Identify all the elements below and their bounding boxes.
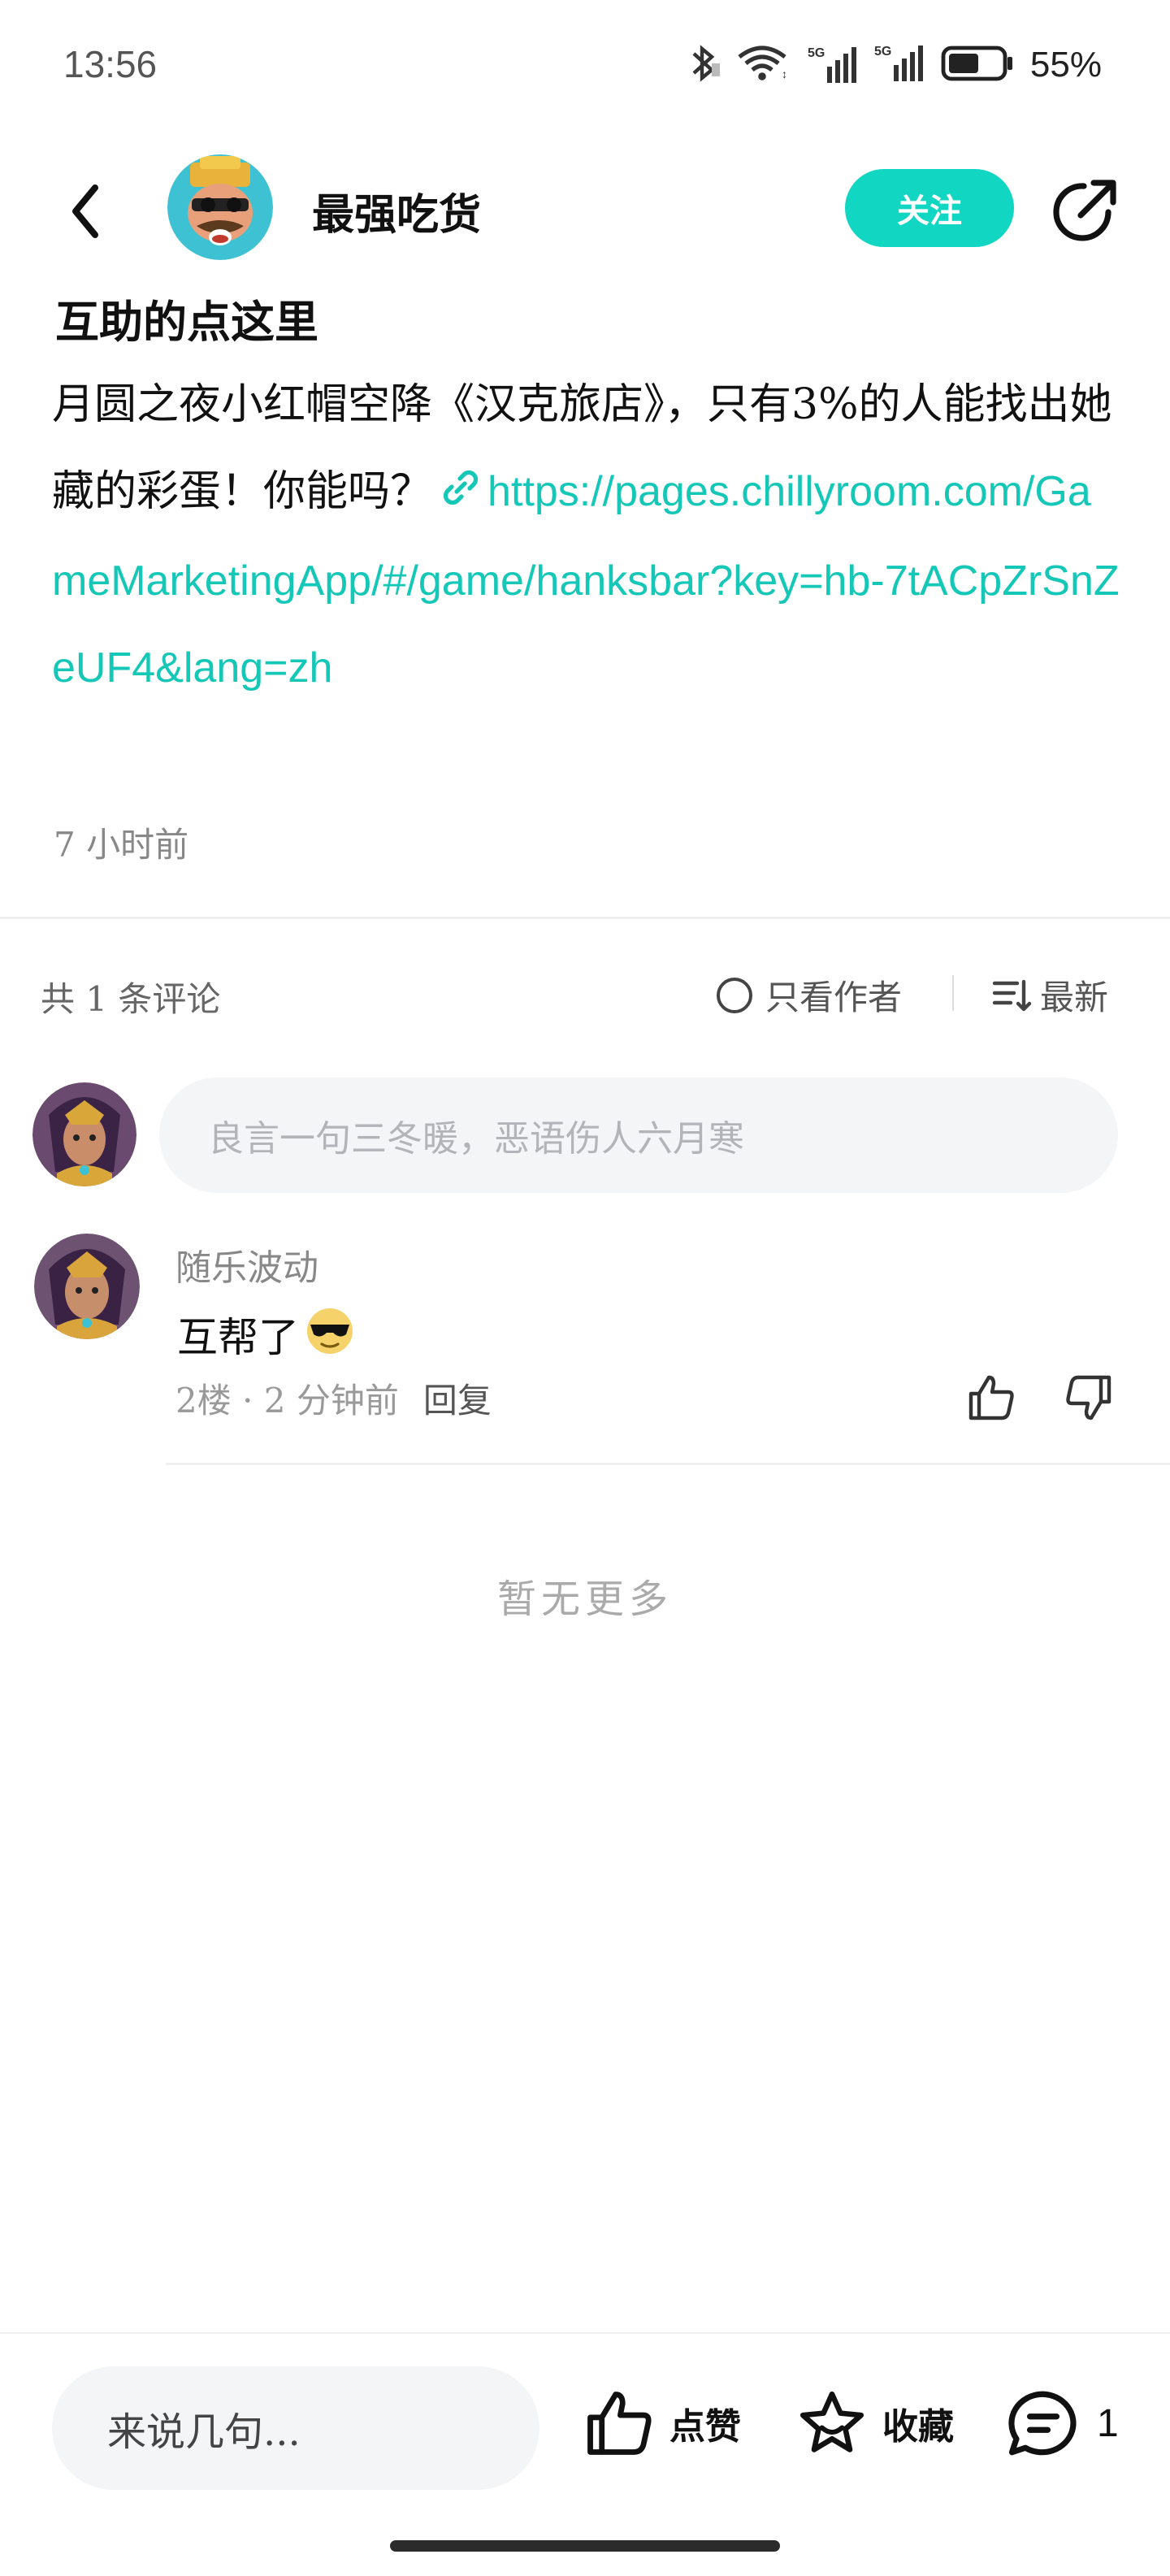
battery-percent: 55%	[1029, 45, 1102, 85]
star-icon	[800, 2391, 864, 2452]
signal-icon: 5G	[874, 42, 926, 88]
share-icon	[1053, 180, 1116, 241]
like-button[interactable]: 点赞	[583, 2387, 741, 2459]
comment-like-button[interactable]	[959, 1365, 1024, 1430]
comment-count: 共 1 条评论	[41, 979, 221, 1019]
post-time: 7 小时前	[54, 825, 189, 865]
battery-icon	[941, 44, 1016, 86]
share-button[interactable]	[1048, 175, 1121, 248]
my-avatar	[32, 1082, 136, 1186]
commenter-avatar[interactable]	[34, 1234, 140, 1339]
author-avatar[interactable]	[167, 154, 273, 260]
comment-count-badge: 1	[1097, 2401, 1119, 2445]
comment-meta: 2楼 · 2 分钟前 回复	[176, 1373, 492, 1423]
bottom-comment-input[interactable]: 来说几句...	[52, 2366, 540, 2490]
status-time: 13:56	[63, 43, 158, 85]
status-icons: ↕ 5G 5G 55%	[686, 42, 1102, 88]
divider	[952, 975, 954, 1011]
home-indicator[interactable]	[390, 2540, 780, 2552]
bluetooth-icon	[686, 42, 722, 88]
sort-latest-button[interactable]: 最新	[991, 970, 1108, 1020]
divider	[166, 1463, 1170, 1465]
back-arrow-icon	[72, 184, 98, 238]
svg-text:↕: ↕	[782, 67, 787, 80]
author-name[interactable]: 最强吃货	[312, 180, 481, 241]
author-only-toggle[interactable]: 只看作者	[715, 970, 902, 1020]
divider	[0, 917, 1170, 919]
comment-button[interactable]: 1	[1004, 2387, 1119, 2459]
comment-floor-time: 2楼 · 2 分钟前	[176, 1381, 399, 1420]
like-label: 点赞	[670, 2406, 741, 2448]
no-more-label: 暂无更多	[496, 1576, 673, 1622]
reply-button[interactable]: 回复	[423, 1373, 492, 1423]
author-only-label: 只看作者	[765, 978, 903, 1017]
thumbs-down-icon	[1066, 1375, 1112, 1420]
thumbs-up-icon	[968, 1375, 1014, 1420]
comment-text-content: 互帮了	[177, 1314, 299, 1361]
signal-icon: 5G	[808, 44, 860, 86]
back-button[interactable]	[57, 171, 114, 252]
circle-radio-icon	[717, 977, 752, 1013]
collect-button[interactable]: 收藏	[796, 2387, 954, 2459]
sunglasses-emoji	[304, 1303, 356, 1365]
follow-button[interactable]: 关注	[845, 169, 1014, 247]
comment-bubble-icon	[1008, 2391, 1077, 2456]
collect-label: 收藏	[882, 2406, 954, 2448]
wifi-icon: ↕	[736, 42, 793, 88]
comment-username[interactable]: 随乐波动	[176, 1238, 318, 1290]
post-title: 互助的点这里	[55, 296, 318, 348]
comment-text: 互帮了	[177, 1303, 356, 1365]
thumbs-up-icon	[587, 2392, 652, 2455]
sort-icon	[992, 979, 1032, 1011]
post-body: 月圆之夜小红帽空降《汉克旅店》，只有3%的人能找出她藏的彩蛋！你能吗？ https…	[52, 362, 1124, 712]
comment-input[interactable]: 良言一句三冬暖，恶语伤人六月寒	[159, 1078, 1118, 1193]
svg-text:5G: 5G	[808, 46, 825, 60]
comment-dislike-button[interactable]	[1056, 1365, 1121, 1430]
svg-text:5G: 5G	[874, 45, 891, 59]
sort-label: 最新	[1040, 978, 1109, 1017]
link-icon	[440, 451, 481, 538]
